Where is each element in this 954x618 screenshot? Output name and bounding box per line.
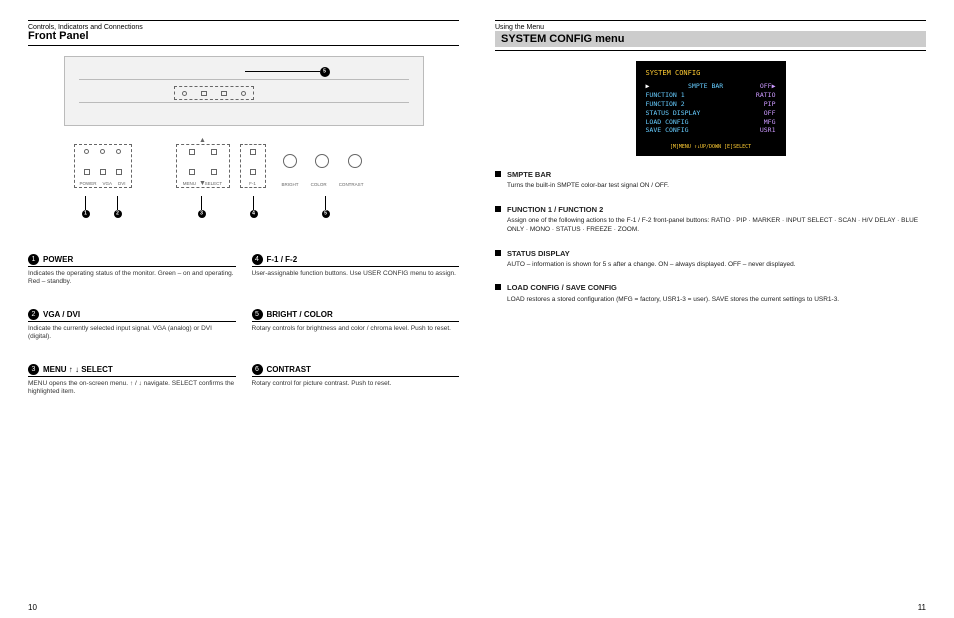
button-icon bbox=[201, 91, 207, 96]
label: SELECT bbox=[205, 181, 223, 186]
item-menu-select: 3MENU ↑ ↓ SELECT MENU opens the on-scree… bbox=[28, 364, 236, 397]
led-icon bbox=[241, 91, 246, 96]
section-title: Front Panel bbox=[28, 30, 459, 42]
button-icon bbox=[221, 91, 227, 96]
osd-footer-hint: [M]MENU ↑↓UP/DOWN [E]SELECT bbox=[646, 144, 776, 151]
label: CONTRAST bbox=[339, 182, 364, 187]
page-left: Controls, Indicators and Connections Fro… bbox=[0, 0, 477, 618]
section-title: SYSTEM CONFIG menu bbox=[495, 31, 926, 47]
item-power: 1 POWER Indicates the operating status of… bbox=[28, 254, 236, 287]
section-header-right: Using the Menu SYSTEM CONFIG menu bbox=[495, 20, 926, 51]
item-f1f2: 4F-1 / F-2 User-assignable function butt… bbox=[252, 254, 460, 287]
label: BRIGHT bbox=[282, 182, 299, 187]
bullet-load-save: LOAD CONFIG / SAVE CONFIGLOAD restores a… bbox=[495, 283, 926, 304]
panel-overview-inner bbox=[79, 79, 409, 103]
osd-title: SYSTEM CONFIG bbox=[646, 69, 776, 78]
front-panel-items: 1 POWER Indicates the operating status of… bbox=[28, 254, 459, 419]
label: MENU bbox=[183, 181, 196, 186]
callout-leader: 2 bbox=[114, 210, 122, 218]
bullet-status: STATUS DISPLAYAUTO – information is show… bbox=[495, 249, 926, 270]
square-bullet-icon bbox=[495, 206, 501, 212]
square-bullet-icon bbox=[495, 284, 501, 290]
square-bullet-icon bbox=[495, 250, 501, 256]
label: COLOR bbox=[311, 182, 327, 187]
callout-leader: 1 bbox=[82, 210, 90, 218]
panel-overview: 5 bbox=[64, 56, 424, 126]
menu-descriptions: SMPTE BARTurns the built-in SMPTE color-… bbox=[495, 170, 926, 304]
section-supertitle: Using the Menu bbox=[495, 24, 926, 31]
led-icon bbox=[182, 91, 187, 96]
arrow-up-icon: ▲ bbox=[199, 137, 206, 144]
page-right: Using the Menu SYSTEM CONFIG menu SYSTEM… bbox=[477, 0, 954, 618]
section-header-left: Controls, Indicators and Connections Fro… bbox=[28, 20, 459, 46]
panel-button-cluster-outline bbox=[174, 86, 254, 100]
item-title: POWER bbox=[43, 255, 73, 264]
group-f1-f2: F-1 bbox=[240, 144, 266, 188]
square-bullet-icon bbox=[495, 171, 501, 177]
bullet-function: FUNCTION 1 / FUNCTION 2Assign one of the… bbox=[495, 205, 926, 235]
panel-detail: POWER VGA DVI ▲ ▼ MENU SELECT F- bbox=[64, 144, 424, 204]
item-contrast: 6CONTRAST Rotary control for picture con… bbox=[252, 364, 460, 397]
item-bright-color: 5BRIGHT / COLOR Rotary controls for brig… bbox=[252, 309, 460, 342]
group-power-vga-dvi: POWER VGA DVI bbox=[74, 144, 132, 188]
front-panel-illustration: 5 POWER VGA DVI ▲ ▼ MENU bbox=[64, 56, 424, 204]
osd-screenshot: SYSTEM CONFIG SMPTE BAROFF▶ FUNCTION 1RA… bbox=[636, 61, 786, 156]
callout-leader: 4 bbox=[250, 210, 258, 218]
item-body: Indicates the operating status of the mo… bbox=[28, 270, 236, 287]
item-vga-dvi: 2VGA / DVI Indicate the currently select… bbox=[28, 309, 236, 342]
bullet-smpte: SMPTE BARTurns the built-in SMPTE color-… bbox=[495, 170, 926, 191]
callout-leader: 3 bbox=[198, 210, 206, 218]
group-menu-select: ▲ ▼ MENU SELECT bbox=[176, 144, 230, 188]
page-number-left: 10 bbox=[28, 603, 37, 612]
page-number-right: 11 bbox=[918, 603, 926, 612]
callout-number: 5 bbox=[323, 69, 326, 75]
label: DVI bbox=[118, 181, 126, 186]
callout-leader: 5 bbox=[322, 210, 330, 218]
label: F-1 bbox=[249, 181, 256, 186]
group-bright-color-contrast: BRIGHT COLOR CONTRAST bbox=[274, 144, 372, 188]
label: POWER bbox=[79, 181, 96, 186]
label: VGA bbox=[102, 181, 112, 186]
callout-leader-top: 5 bbox=[320, 67, 330, 77]
callout-number: 1 bbox=[28, 254, 39, 265]
